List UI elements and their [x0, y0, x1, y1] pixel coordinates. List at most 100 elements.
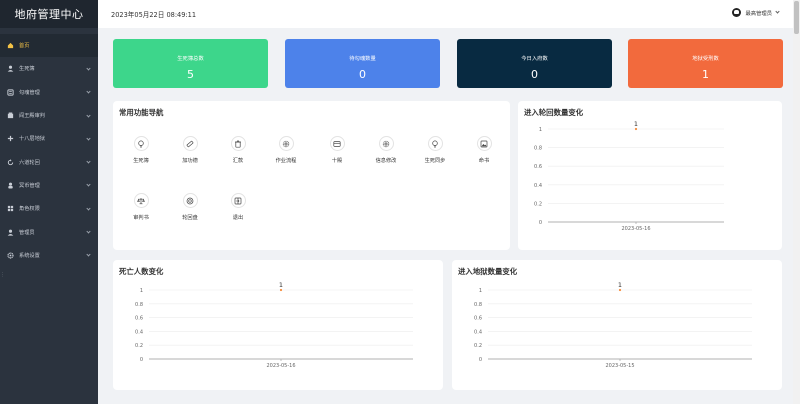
quick-nav-label: 十殿	[331, 158, 343, 164]
quick-nav-label: 命书	[478, 158, 490, 164]
top-header: 2023年05月22日 08:49:11 最高管理员	[98, 0, 793, 28]
quick-nav-label: 生死簿	[133, 158, 149, 164]
x-tick-label: 2023-05-16	[266, 363, 295, 369]
grid-icon	[7, 205, 14, 212]
death-chart-panel: 死亡人数变化 0 0.2 0.4 0.6 0.8 1 2023-05-16 1	[113, 260, 443, 390]
quick-nav-item[interactable]: 加功德	[170, 136, 210, 164]
page-scrollbar[interactable]	[793, 0, 800, 404]
chart-plot: 0 0.2 0.4 0.6 0.8 1 2023-05-16 1	[135, 281, 413, 369]
gavel-icon	[7, 112, 14, 119]
sidebar-item-label: 六道轮回	[19, 159, 40, 166]
chevron-down-icon	[86, 136, 91, 141]
exit-icon	[230, 193, 246, 208]
data-point	[618, 288, 622, 292]
sidebar-item-0[interactable]: 首页	[0, 34, 98, 58]
sidebar-item-4[interactable]: 十八层地狱	[0, 127, 98, 150]
quick-nav-item[interactable]: 信息修改	[366, 136, 406, 164]
scrollbar-thumb[interactable]	[794, 1, 799, 34]
person-icon	[7, 182, 14, 189]
y-tick-label: 1	[479, 288, 482, 294]
sidebar-item-9[interactable]: 系统设置	[0, 244, 98, 267]
chevron-down-icon	[86, 66, 91, 71]
stat-card-hell[interactable]: 地狱受刑数 1	[628, 39, 783, 88]
y-tick-label: 0.2	[135, 343, 143, 349]
y-tick-label: 0.4	[474, 329, 482, 335]
avatar	[731, 8, 741, 17]
y-tick-label: 1	[539, 127, 542, 133]
sidebar-item-5[interactable]: 六道轮回	[0, 150, 98, 173]
trash-icon	[230, 136, 246, 151]
chevron-down-icon	[86, 89, 91, 94]
chevron-down-icon	[775, 9, 780, 14]
death-chart: 0 0.2 0.4 0.6 0.8 1 2023-05-16 1	[135, 281, 413, 369]
quick-nav-item[interactable]: 汇款	[218, 136, 258, 164]
x-tick-label: 2023-05-15	[605, 363, 634, 369]
sidebar-item-6[interactable]: 冥币管理	[0, 174, 98, 197]
reincarnation-chart: 0 0.2 0.4 0.6 0.8 1 2023-05-16 1	[534, 120, 724, 232]
stat-label: 今日入府数	[521, 56, 548, 62]
data-point	[634, 127, 638, 131]
y-tick-label: 0.2	[474, 343, 482, 349]
sidebar-item-label: 生死簿	[19, 66, 35, 73]
y-tick-label: 0.6	[474, 316, 482, 322]
user-menu[interactable]: 最高管理员	[731, 8, 780, 17]
sidebar-collapse-handle[interactable]: ⋮	[0, 272, 5, 282]
stat-value: 0	[531, 68, 538, 81]
stat-value: 1	[702, 68, 709, 81]
stat-label: 生死簿总数	[177, 56, 204, 62]
stat-card-today[interactable]: 今日入府数 0	[457, 39, 612, 88]
sidebar-item-label: 首页	[19, 43, 30, 50]
stat-card-records[interactable]: 生死簿总数 5	[113, 39, 268, 88]
target-icon	[182, 193, 198, 208]
sidebar-item-2[interactable]: 勾魂管理	[0, 81, 98, 104]
data-point	[279, 288, 283, 292]
gear-icon	[378, 136, 394, 151]
quick-nav-item[interactable]: 生死同步	[415, 136, 455, 164]
sidebar-item-8[interactable]: 管理员	[0, 220, 98, 243]
note-icon	[7, 89, 14, 96]
settings-icon	[7, 252, 14, 259]
sidebar-item-label: 冥币管理	[19, 182, 40, 189]
quick-nav-item[interactable]: 审判书	[121, 193, 161, 221]
panel-title: 常用功能导航	[119, 108, 164, 117]
sidebar-item-label: 十八层地狱	[19, 136, 45, 143]
y-tick-label: 1	[140, 288, 143, 294]
chevron-down-icon	[86, 252, 91, 257]
sidebar-item-1[interactable]: 生死簿	[0, 57, 98, 80]
y-tick-label: 0.8	[474, 302, 482, 308]
stat-card-pending[interactable]: 待勾魂数量 0	[285, 39, 440, 88]
stat-label: 地狱受刑数	[692, 56, 719, 62]
chart-plot: 0 0.2 0.4 0.6 0.8 1 2023-05-15 1	[474, 281, 752, 369]
bulb-icon	[427, 136, 443, 151]
quick-nav-item[interactable]: 命书	[464, 136, 504, 164]
quick-nav-label: 退出	[232, 215, 244, 221]
card-icon	[329, 136, 345, 151]
y-tick-label: 0	[539, 220, 542, 226]
y-tick-label: 0.2	[534, 201, 542, 207]
chevron-down-icon	[86, 229, 91, 234]
quick-nav-item[interactable]: 轮回盘	[170, 193, 210, 221]
sidebar: 地府管理中心 首页 生死簿 勾魂管理 阎王殿审判 十八层地狱 六道轮回 冥币管理 角色权限 管理…	[0, 0, 98, 404]
quick-nav-panel: 常用功能导航 生死簿 加功德 汇款 作业流程 十殿 信息修改 生死同步 命书审判书 轮回盘 退出	[113, 101, 510, 250]
quick-nav-item[interactable]: 作业流程	[266, 136, 306, 164]
data-label: 1	[279, 281, 283, 289]
sidebar-item-label: 阎王殿审判	[19, 113, 45, 120]
stat-value: 5	[187, 68, 194, 81]
sidebar-item-3[interactable]: 阎王殿审判	[0, 104, 98, 127]
gear-icon	[278, 136, 294, 151]
sidebar-item-7[interactable]: 角色权限	[0, 197, 98, 220]
data-label: 1	[634, 120, 638, 128]
image-icon	[476, 136, 492, 151]
chart-plot: 0 0.2 0.4 0.6 0.8 1 2023-05-16 1	[534, 120, 724, 232]
quick-nav-item[interactable]: 退出	[218, 193, 258, 221]
bulb-icon	[133, 136, 149, 151]
sidebar-item-label: 管理员	[19, 229, 35, 236]
chevron-down-icon	[86, 159, 91, 164]
quick-nav-label: 作业流程	[275, 158, 297, 164]
quick-nav-item[interactable]: 十殿	[317, 136, 357, 164]
quick-nav-label: 加功德	[182, 158, 198, 164]
sidebar-nav: 首页生死簿勾魂管理阎王殿审判十八层地狱六道轮回冥币管理角色权限管理员系统设置	[0, 28, 98, 267]
quick-nav-item[interactable]: 生死簿	[121, 136, 161, 164]
y-tick-label: 0.4	[534, 183, 542, 189]
y-tick-label: 0.8	[534, 146, 542, 152]
